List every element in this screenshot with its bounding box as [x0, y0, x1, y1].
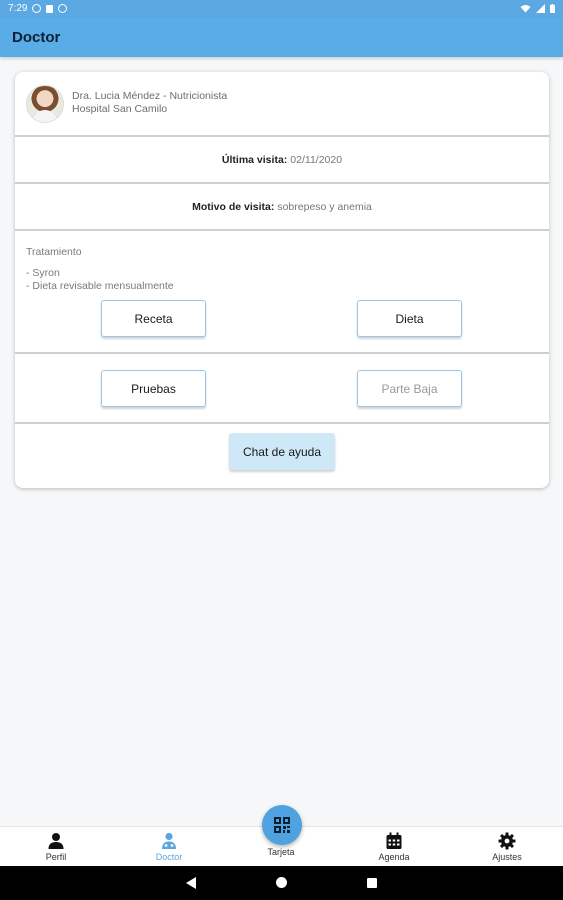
notification-icon — [58, 4, 68, 13]
divider — [15, 352, 549, 354]
hospital-name: Hospital San Camilo — [72, 103, 168, 115]
treatment-section: Tratamiento - Syron - Dieta revisable me… — [26, 246, 174, 293]
doctor-avatar — [26, 85, 64, 123]
sd-card-icon — [46, 4, 54, 13]
nav-label: Perfil — [45, 852, 67, 862]
chat-help-button[interactable]: Chat de ayuda — [229, 433, 335, 470]
doctor-card: Dra. Lucia Méndez - Nutricionista Hospit… — [15, 72, 549, 488]
visit-reason-row: Motivo de visita: sobrepeso y anemia — [15, 184, 549, 229]
treatment-item: - Syron — [26, 267, 60, 279]
nav-label: Ajustes — [492, 852, 522, 862]
parte-baja-button[interactable]: Parte Baja — [357, 370, 462, 407]
last-visit-label: Última visita: — [221, 153, 288, 166]
doctor-info-row: Dra. Lucia Méndez - Nutricionista Hospit… — [15, 72, 549, 135]
app-bar: Doctor — [0, 17, 563, 57]
signal-icon — [536, 4, 545, 13]
pruebas-button[interactable]: Pruebas — [101, 370, 206, 407]
visit-reason-value: sobrepeso y anemia — [277, 200, 372, 213]
last-visit-value: 02/11/2020 — [290, 153, 343, 166]
recent-apps-icon[interactable] — [367, 878, 377, 888]
nav-label: Doctor — [155, 852, 183, 862]
treatment-item: - Dieta revisable mensualmente — [26, 280, 174, 292]
nav-item-ajustes[interactable]: Ajustes — [477, 832, 537, 862]
doctor-name: Dra. Lucia Méndez - Nutricionista — [72, 90, 228, 102]
nav-item-perfil[interactable]: Perfil — [26, 832, 86, 862]
home-icon[interactable] — [276, 877, 287, 888]
nav-item-tarjeta[interactable]: Tarjeta — [251, 847, 311, 857]
wifi-icon — [520, 5, 531, 13]
tarjeta-fab-button[interactable] — [262, 805, 302, 845]
system-navigation-bar — [0, 866, 563, 900]
receta-button[interactable]: Receta — [101, 300, 206, 337]
nav-item-doctor[interactable]: Doctor — [139, 832, 199, 862]
battery-icon — [550, 4, 555, 13]
nav-item-agenda[interactable]: Agenda — [364, 832, 424, 862]
nav-label: Tarjeta — [267, 847, 295, 857]
nav-label: Agenda — [378, 852, 410, 862]
notification-icon — [32, 4, 42, 13]
back-icon[interactable] — [186, 877, 196, 889]
last-visit-row: Última visita: 02/11/2020 — [15, 137, 549, 182]
page-title: Doctor — [12, 28, 61, 46]
qr-code-icon — [274, 817, 290, 833]
divider — [15, 229, 549, 231]
status-bar: 7:29 — [0, 0, 563, 17]
treatment-title: Tratamiento — [26, 246, 82, 258]
dieta-button[interactable]: Dieta — [357, 300, 462, 337]
calendar-icon — [386, 832, 402, 849]
status-time: 7:29 — [8, 3, 28, 14]
doctor-icon — [162, 832, 176, 849]
divider — [15, 422, 549, 424]
gear-icon — [498, 832, 516, 850]
visit-reason-label: Motivo de visita: — [192, 200, 275, 213]
person-icon — [48, 833, 64, 849]
